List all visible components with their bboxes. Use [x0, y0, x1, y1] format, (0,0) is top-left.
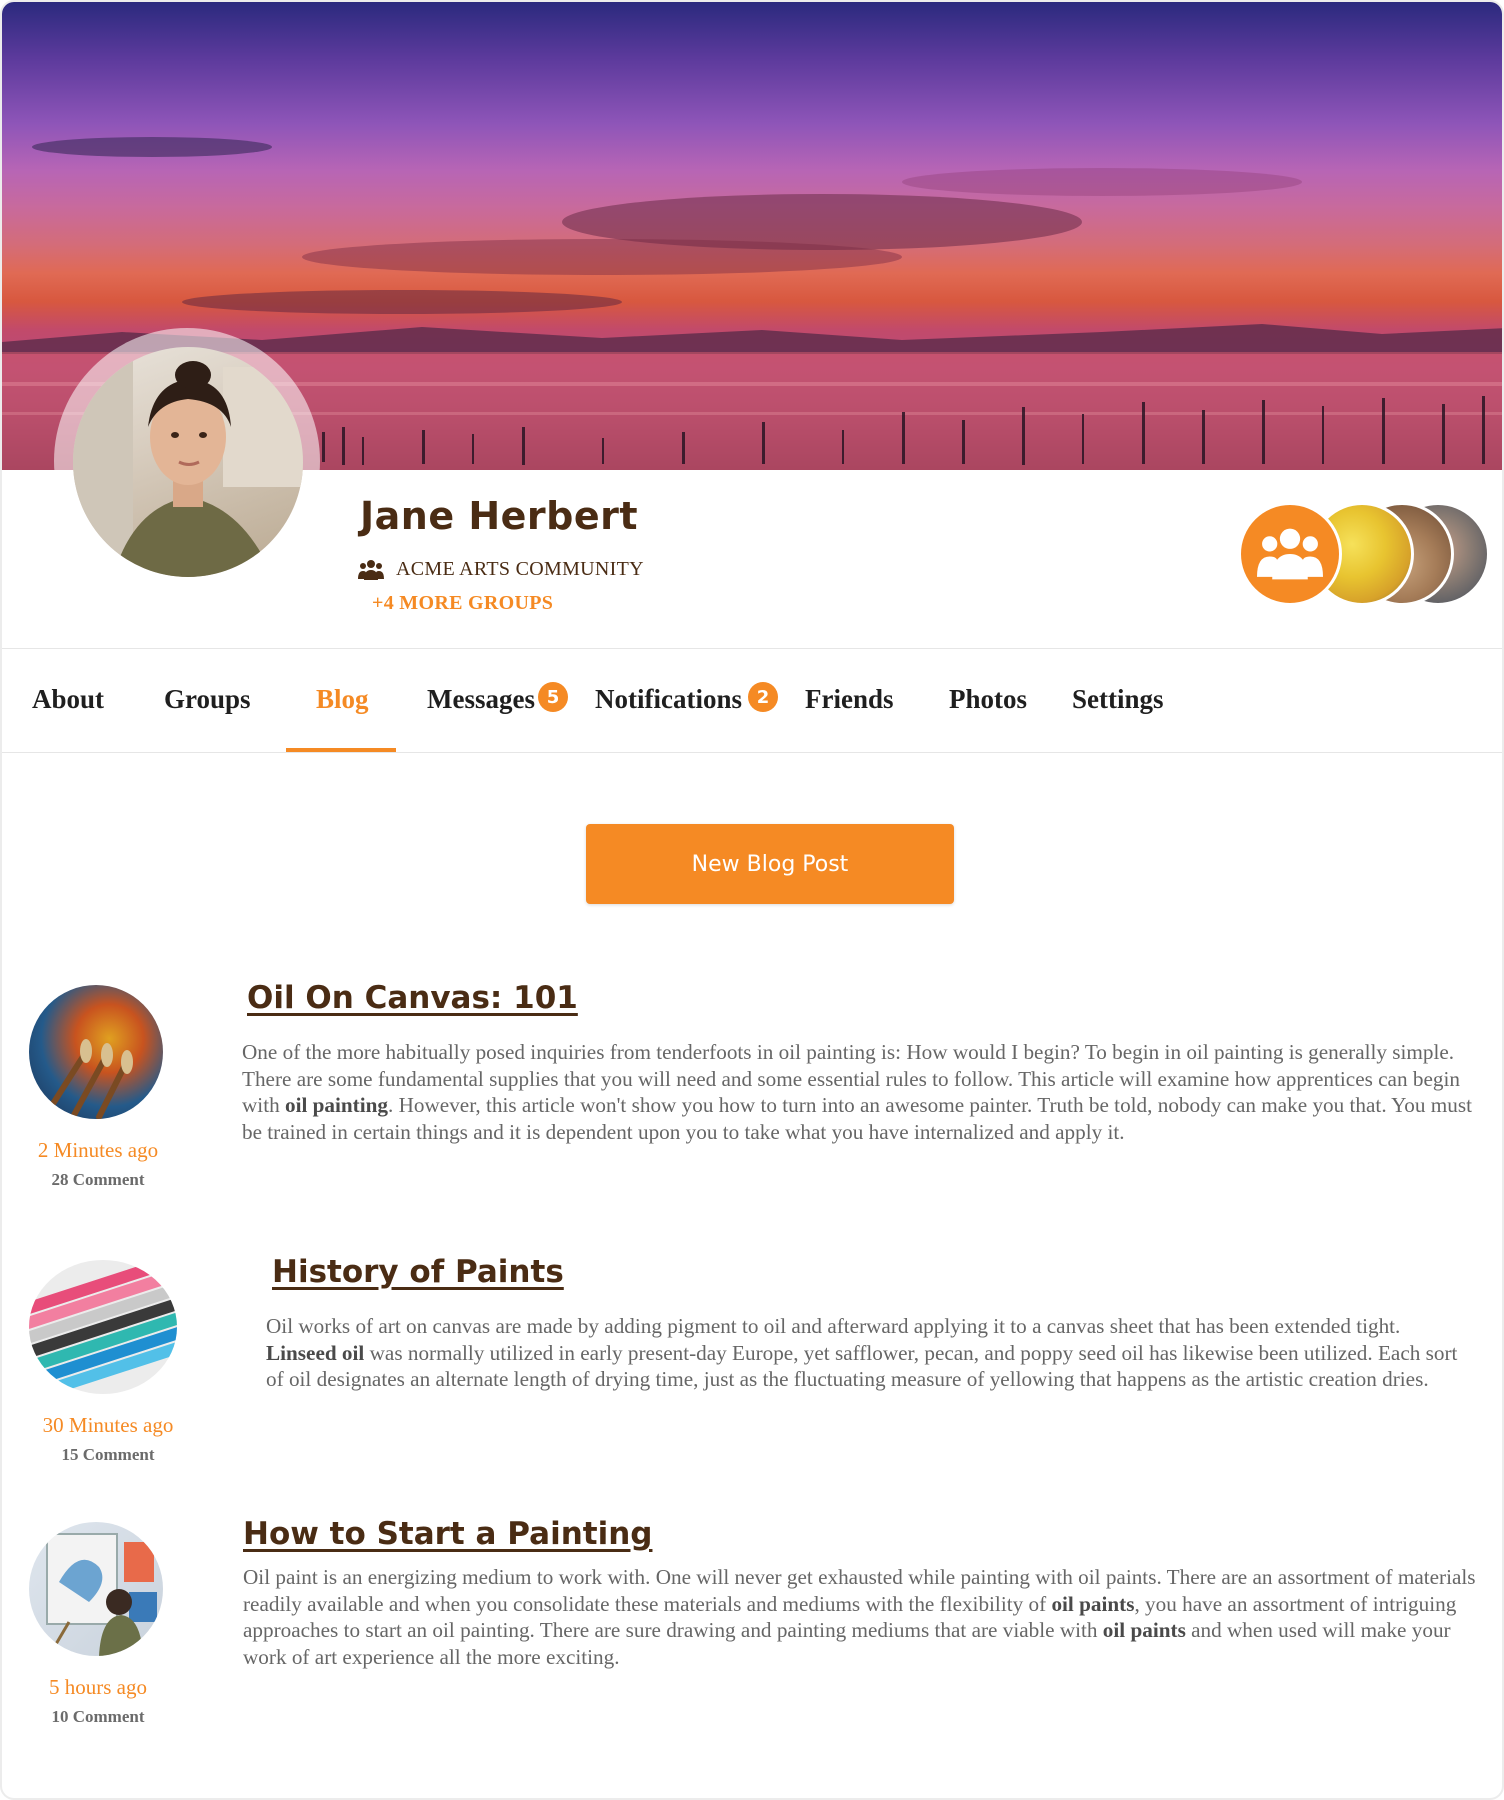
post-title[interactable]: How to Start a Painting: [243, 1516, 652, 1552]
post-text-bold: Linseed oil: [266, 1340, 365, 1365]
post-time: 5 hours ago: [49, 1675, 147, 1699]
post-body: Oil paint is an energizing medium to wor…: [243, 1564, 1483, 1670]
group-avatar-icon[interactable]: [1238, 502, 1342, 606]
new-blog-post-button[interactable]: New Blog Post: [586, 824, 954, 904]
post-text-bold: oil painting: [284, 1093, 388, 1117]
post-comments[interactable]: 10 Comment: [18, 1707, 178, 1727]
primary-group[interactable]: ACME ARTS COMMUNITY: [358, 558, 644, 581]
group-name: ACME ARTS COMMUNITY: [396, 558, 644, 580]
post-comments[interactable]: 28 Comment: [18, 1170, 178, 1190]
tab-groups[interactable]: Groups: [164, 684, 251, 715]
tab-photos[interactable]: Photos: [949, 684, 1027, 715]
post-text: Oil works of art on canvas are made by a…: [266, 1314, 1401, 1338]
profile-name: Jane Herbert: [360, 494, 639, 538]
post-text-bold: oil paints: [1051, 1591, 1135, 1616]
post-thumbnail[interactable]: [29, 985, 163, 1119]
messages-badge: 5: [538, 682, 568, 712]
tab-blog[interactable]: Blog: [316, 684, 369, 715]
post-title[interactable]: History of Paints: [272, 1254, 564, 1290]
users-icon: [358, 559, 384, 580]
divider: [2, 648, 1502, 649]
more-groups-link[interactable]: +4 MORE GROUPS: [372, 592, 553, 615]
avatar[interactable]: [73, 347, 303, 577]
users-icon: [1257, 528, 1323, 580]
tab-friends[interactable]: Friends: [805, 684, 894, 715]
profile-page: Jane Herbert ACME ARTS COMMUNITY +4 MORE…: [0, 0, 1504, 1800]
post-comments[interactable]: 15 Comment: [18, 1445, 198, 1465]
post-body: Oil works of art on canvas are made by a…: [266, 1313, 1476, 1393]
divider: [2, 752, 1502, 753]
post-thumbnail[interactable]: [29, 1522, 163, 1656]
tab-messages[interactable]: Messages: [427, 684, 535, 715]
post-title[interactable]: Oil On Canvas: 101: [247, 980, 578, 1016]
profile-tabs: About Groups Blog Messages 5 Notificatio…: [2, 662, 1502, 752]
post-text-bold: oil paints: [1102, 1618, 1186, 1642]
notifications-badge: 2: [748, 682, 778, 712]
post-time: 30 Minutes ago: [42, 1413, 174, 1437]
group-avatars: [1238, 502, 1490, 608]
tab-notifications[interactable]: Notifications: [595, 684, 742, 715]
tab-about[interactable]: About: [32, 684, 104, 715]
post-time: 2 Minutes ago: [37, 1138, 159, 1162]
post-thumbnail[interactable]: [29, 1260, 177, 1394]
post-text: . However, this article won't show you h…: [242, 1093, 1472, 1144]
post-body: One of the more habitually posed inquiri…: [242, 1039, 1472, 1145]
post-text: was normally utilized in early present-d…: [266, 1340, 1458, 1392]
tab-settings[interactable]: Settings: [1072, 684, 1164, 715]
